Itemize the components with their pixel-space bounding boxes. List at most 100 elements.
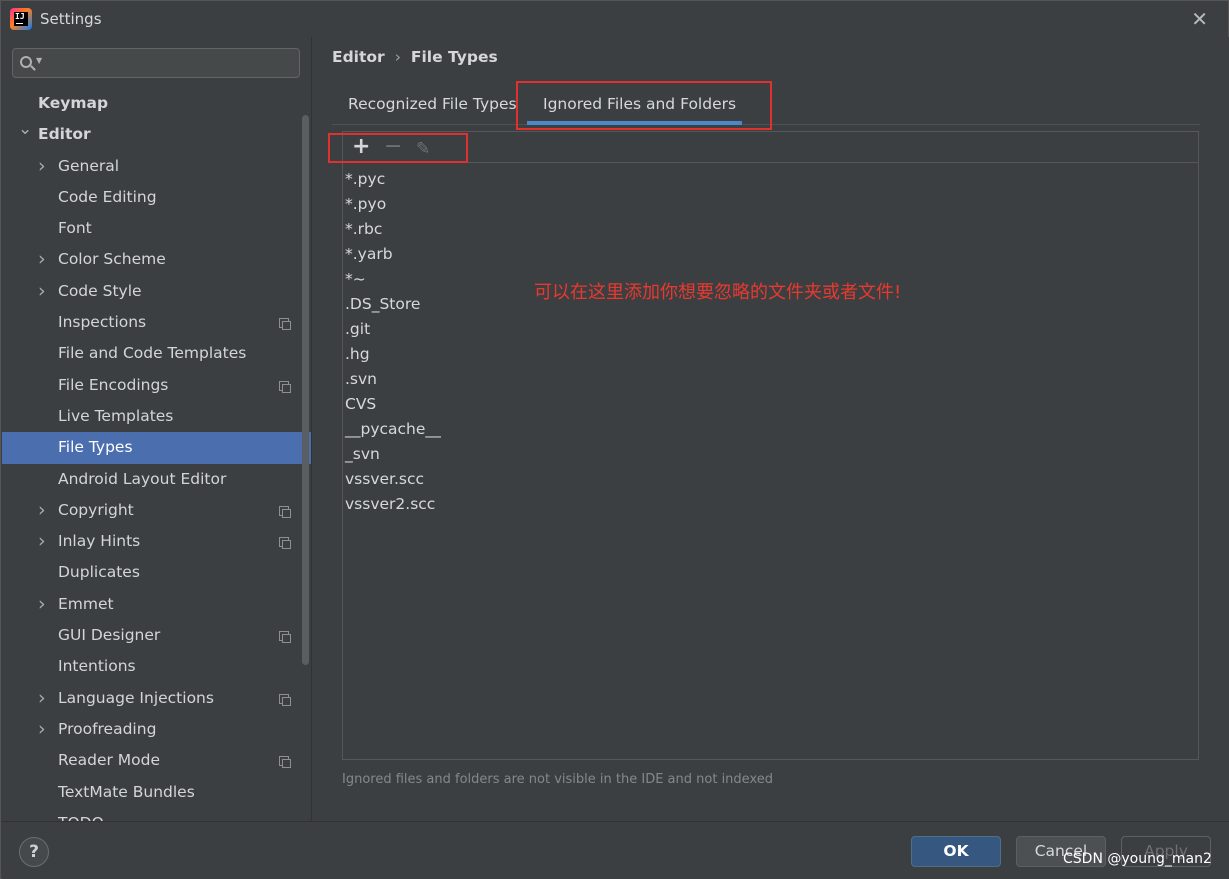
sidebar-item-live-templates[interactable]: Live Templates: [2, 401, 311, 432]
list-item[interactable]: vssver2.scc: [345, 493, 441, 518]
annotation-box-tab: [516, 81, 772, 130]
project-settings-icon: [279, 380, 291, 393]
sidebar-item-duplicates[interactable]: Duplicates: [2, 557, 311, 588]
window-title: Settings: [40, 10, 102, 28]
chevron-right-icon[interactable]: ›: [38, 589, 46, 620]
sidebar-item-inlay-hints[interactable]: › Inlay Hints: [2, 526, 311, 557]
sidebar-item-gui-designer[interactable]: GUI Designer: [2, 620, 311, 651]
list-item[interactable]: _svn: [345, 443, 441, 468]
project-settings-icon: [279, 537, 291, 550]
settings-window: IJ Settings ✕ ▼ Keymap ⌄ Editor › General Cod…: [0, 0, 1229, 879]
sidebar-item-label: File Types: [58, 438, 133, 457]
tab-recognized-file-types[interactable]: Recognized File Types: [348, 95, 517, 113]
project-settings-icon: [279, 505, 291, 518]
sidebar-item-label: Language Injections: [58, 688, 214, 707]
main-panel: Editor › File Types Recognized File Type…: [312, 37, 1229, 821]
chevron-right-icon[interactable]: ›: [38, 151, 46, 182]
sidebar-item-label: Reader Mode: [58, 751, 161, 770]
list-item[interactable]: *.yarb: [345, 243, 441, 268]
watermark: CSDN @young_man2: [1063, 851, 1212, 867]
sidebar-item-code-style[interactable]: › Code Style: [2, 276, 311, 307]
list-item[interactable]: *~: [345, 268, 441, 293]
chevron-right-icon[interactable]: ›: [38, 526, 46, 557]
sidebar-item-label: Emmet: [58, 594, 114, 613]
sidebar-item-label: GUI Designer: [58, 626, 161, 645]
annotation-text: 可以在这里添加你想要忽略的文件夹或者文件!: [534, 282, 902, 303]
list-item[interactable]: *.pyo: [345, 193, 441, 218]
sidebar-item-textmate-bundles[interactable]: TextMate Bundles: [2, 777, 311, 808]
sidebar-item-code-editing[interactable]: Code Editing: [2, 182, 311, 213]
sidebar-item-label: Inlay Hints: [58, 532, 141, 551]
help-button[interactable]: ?: [19, 837, 49, 867]
sidebar-item-label: File and Code Templates: [58, 344, 247, 363]
sidebar-item-label: Editor: [38, 125, 91, 144]
sidebar-item-label: Android Layout Editor: [58, 469, 227, 488]
sidebar-item-label: Font: [58, 219, 92, 238]
chevron-down-icon[interactable]: ⌄: [18, 114, 32, 145]
ignored-files-list: *.pyc *.pyo *.rbc *.yarb *~ .DS_Store .git .hg.…: [345, 168, 441, 518]
ok-button[interactable]: OK: [911, 836, 1001, 867]
sidebar-item-file-types[interactable]: File Types: [2, 432, 311, 464]
project-settings-icon: [279, 318, 291, 331]
sidebar-item-file-and-code-templates[interactable]: File and Code Templates: [2, 338, 311, 369]
close-icon[interactable]: ✕: [1191, 9, 1208, 29]
chevron-right-icon[interactable]: ›: [38, 714, 46, 745]
settings-search-input[interactable]: ▼: [12, 48, 300, 78]
chevron-right-icon[interactable]: ›: [38, 276, 46, 307]
intellij-app-icon: IJ: [10, 8, 32, 30]
chevron-right-icon[interactable]: ›: [38, 683, 46, 714]
sidebar-item-label: Keymap: [38, 94, 109, 112]
sidebar-item-label: TODO: [58, 808, 104, 821]
sidebar-item-label: Live Templates: [58, 406, 174, 425]
list-item[interactable]: __pycache__: [345, 418, 441, 443]
settings-tree: Keymap ⌄ Editor › General Code Editing Font › Co…: [2, 88, 311, 821]
sidebar-item-keymap[interactable]: Keymap: [2, 88, 311, 119]
sidebar-scrollbar[interactable]: [302, 115, 309, 665]
sidebar-item-file-encodings[interactable]: File Encodings: [2, 370, 311, 401]
list-item[interactable]: .DS_Store: [345, 293, 441, 318]
sidebar-item-reader-mode[interactable]: Reader Mode: [2, 745, 311, 776]
sidebar-item-label: Duplicates: [58, 563, 140, 582]
project-settings-icon: [279, 693, 291, 706]
sidebar-item-label: Code Editing: [58, 187, 157, 206]
sidebar-item-label: Proofreading: [58, 719, 157, 738]
breadcrumb-current: File Types: [410, 48, 498, 66]
sidebar-item-android-layout-editor[interactable]: Android Layout Editor: [2, 464, 311, 495]
breadcrumb-separator: ›: [394, 48, 401, 66]
chevron-right-icon[interactable]: ›: [38, 244, 46, 275]
sidebar-item-label: Color Scheme: [58, 250, 166, 269]
sidebar-item-proofreading[interactable]: › Proofreading: [2, 714, 311, 745]
sidebar-item-language-injections[interactable]: › Language Injections: [2, 683, 311, 714]
sidebar-item-label: Code Style: [58, 281, 142, 300]
sidebar-item-general[interactable]: › General: [2, 151, 311, 182]
list-item[interactable]: CVS: [345, 393, 441, 418]
list-item[interactable]: *.rbc: [345, 218, 441, 243]
list-item[interactable]: .git: [345, 318, 441, 343]
list-toolbar: + − ✎: [343, 132, 1198, 163]
list-item[interactable]: vssver.scc: [345, 468, 441, 493]
sidebar-item-label: File Encodings: [58, 375, 169, 394]
hint-text: Ignored files and folders are not visibl…: [342, 772, 773, 787]
sidebar-item-label: Intentions: [58, 657, 136, 676]
search-icon[interactable]: ▼: [19, 54, 49, 72]
project-settings-icon: [279, 756, 291, 769]
sidebar-item-copyright[interactable]: › Copyright: [2, 495, 311, 526]
sidebar-item-emmet[interactable]: › Emmet: [2, 589, 311, 620]
sidebar-item-label: TextMate Bundles: [58, 782, 195, 801]
sidebar-item-todo[interactable]: TODO: [2, 808, 311, 821]
project-settings-icon: [279, 631, 291, 644]
sidebar-item-editor[interactable]: ⌄ Editor: [2, 119, 311, 150]
annotation-box-toolbar: [328, 133, 468, 163]
sidebar-item-intentions[interactable]: Intentions: [2, 651, 311, 682]
sidebar-item-inspections[interactable]: Inspections: [2, 307, 311, 338]
list-item[interactable]: *.pyc: [345, 168, 441, 193]
sidebar-item-font[interactable]: Font: [2, 213, 311, 244]
chevron-right-icon[interactable]: ›: [38, 495, 46, 526]
list-item[interactable]: .hg: [345, 343, 441, 368]
breadcrumb-parent[interactable]: Editor: [332, 48, 385, 66]
list-item[interactable]: .svn: [345, 368, 441, 393]
settings-sidebar: ▼ Keymap ⌄ Editor › General Code Editing Font ›…: [2, 37, 311, 821]
breadcrumb: Editor › File Types: [332, 48, 498, 66]
sidebar-item-color-scheme[interactable]: › Color Scheme: [2, 244, 311, 275]
dialog-footer: ? OK Cancel Apply: [2, 821, 1229, 879]
